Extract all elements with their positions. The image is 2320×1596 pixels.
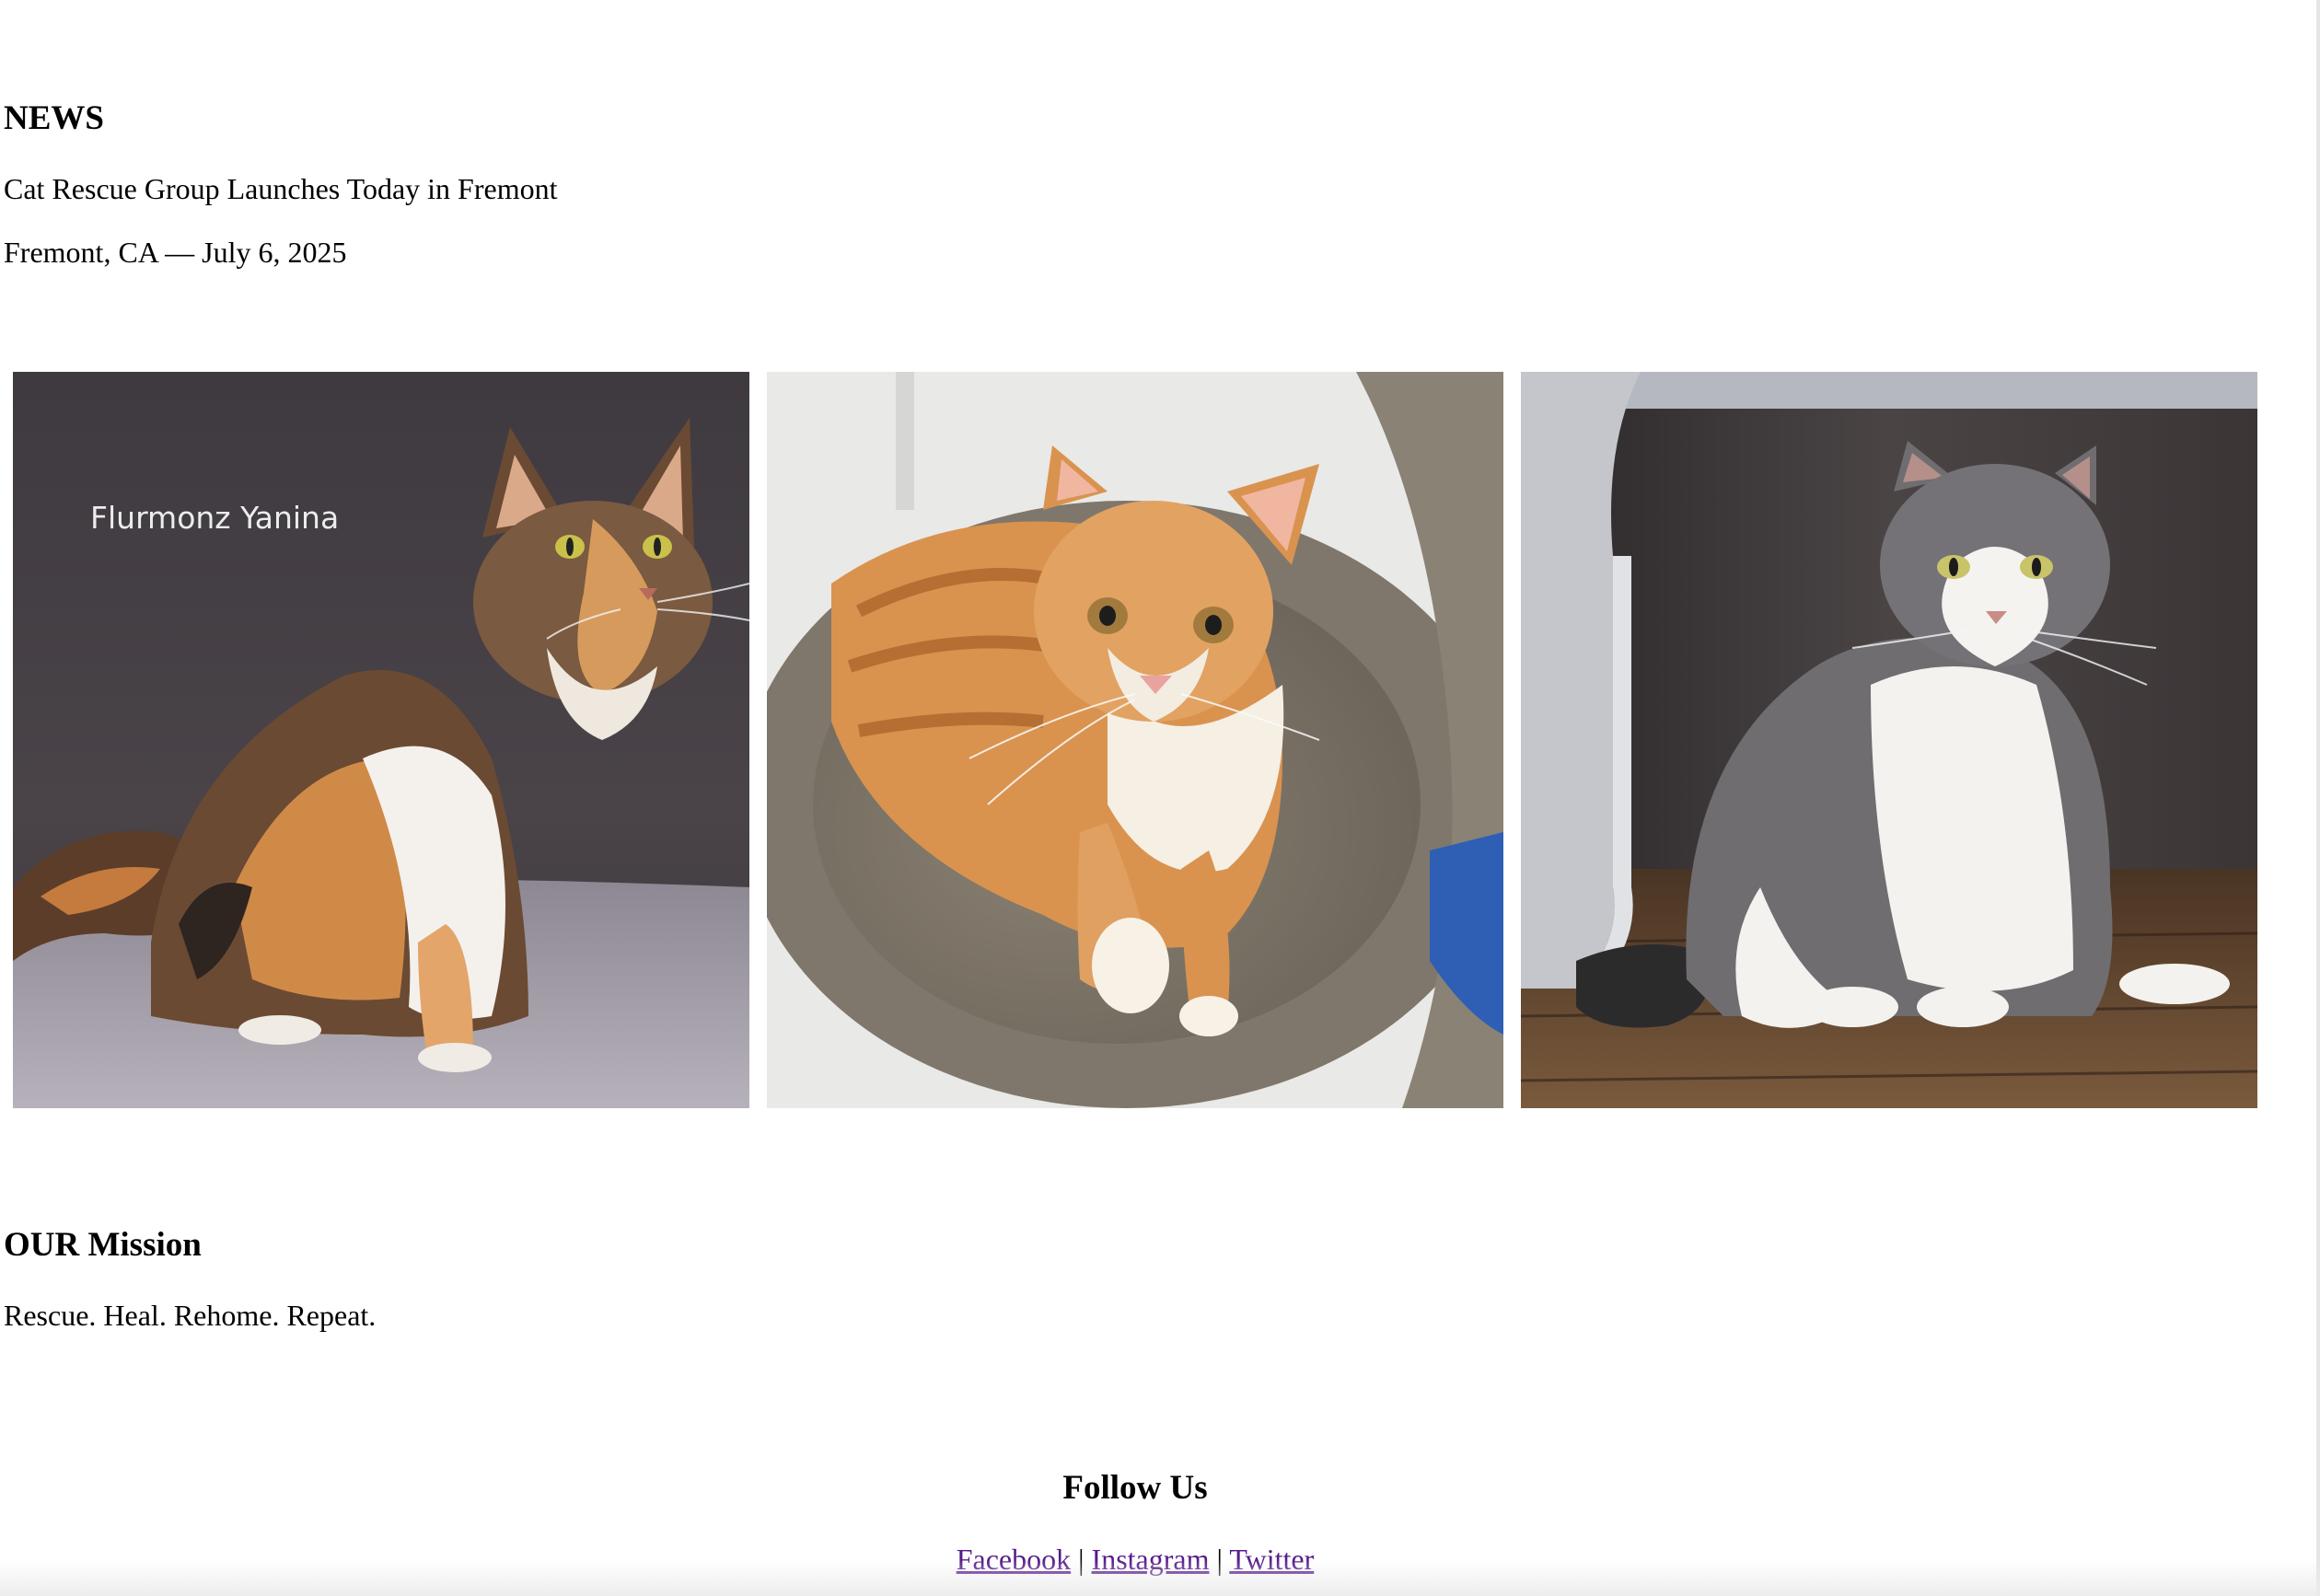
news-dateline: Fremont, CA — July 6, 2025 [4,236,347,269]
grey-white-cat-image [1521,372,2257,1108]
cat-photo-grey-white [1521,372,2257,1108]
news-headline: Cat Rescue Group Launches Today in Fremo… [4,172,558,205]
photo-watermark: Flurmonz Yanina [90,500,339,536]
page: NEWS Cat Rescue Group Launches Today in … [0,0,2320,1596]
calico-cat-image: Flurmonz Yanina [13,372,749,1108]
mission-heading: OUR Mission [4,1226,202,1264]
cat-photo-orange-tabby [767,372,1503,1108]
follow-us-heading: Follow Us [1062,1469,1208,1507]
scrollbar[interactable] [2316,0,2320,1596]
bottom-shade [0,1559,2320,1596]
orange-cat-image [767,372,1503,1108]
news-heading: NEWS [4,99,104,137]
cat-photo-calico: Flurmonz Yanina [13,372,749,1108]
mission-text: Rescue. Heal. Rehome. Repeat. [4,1299,377,1332]
